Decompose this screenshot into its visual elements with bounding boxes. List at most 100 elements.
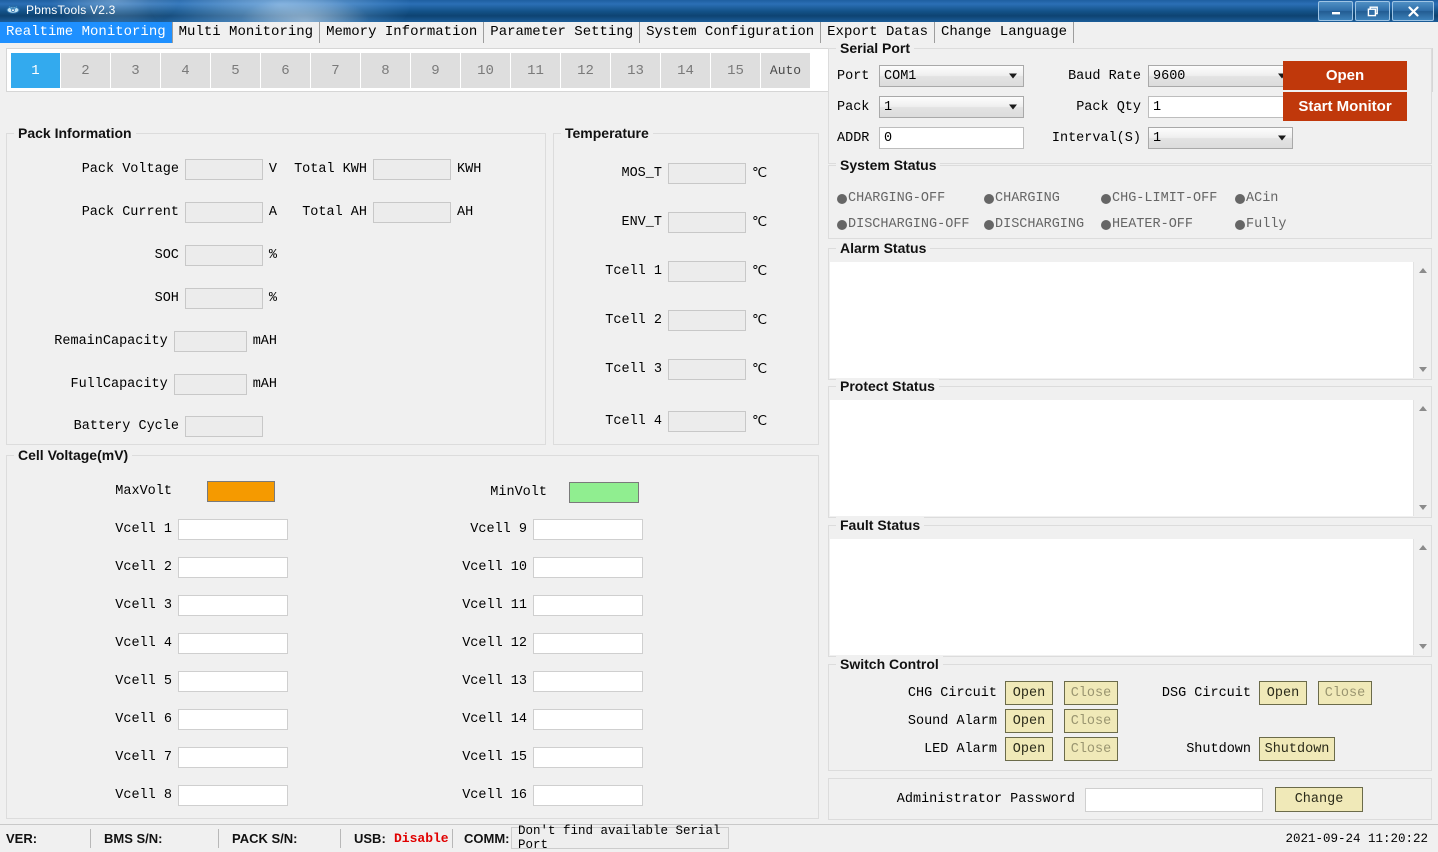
vcell-16-field[interactable] — [533, 785, 643, 806]
vcell-13-field[interactable] — [533, 671, 643, 692]
port-select[interactable]: COM1 — [879, 65, 1024, 87]
remain-capacity-field[interactable] — [174, 331, 247, 352]
administrator-password-label: Administrator Password — [837, 792, 1075, 807]
pack-current-label: Pack Current — [7, 205, 179, 220]
vcell-12-field[interactable] — [533, 633, 643, 654]
total-ah-field[interactable] — [373, 202, 451, 223]
sound-alarm-open-button[interactable]: Open — [1005, 709, 1053, 733]
chg-circuit-close-button[interactable]: Close — [1064, 681, 1118, 705]
dsg-circuit-open-button[interactable]: Open — [1259, 681, 1307, 705]
full-capacity-field[interactable] — [174, 374, 247, 395]
tab-multi-monitoring[interactable]: Multi Monitoring — [173, 22, 320, 43]
status-separator — [90, 829, 91, 848]
pack-button-11[interactable]: 11 — [511, 53, 560, 88]
status-charging: CHARGING — [984, 191, 1060, 206]
alarm-status-pane[interactable] — [830, 262, 1430, 378]
chg-circuit-open-button[interactable]: Open — [1005, 681, 1053, 705]
vcell-1-field[interactable] — [178, 519, 288, 540]
led-alarm-close-button[interactable]: Close — [1064, 737, 1118, 761]
sound-alarm-close-button[interactable]: Close — [1064, 709, 1118, 733]
addr-input[interactable]: 0 — [879, 127, 1024, 149]
tab-system-configuration[interactable]: System Configuration — [640, 22, 821, 43]
pack-button-12[interactable]: 12 — [561, 53, 610, 88]
scroll-up-icon[interactable] — [1414, 400, 1431, 417]
start-monitor-button[interactable]: Start Monitor — [1283, 92, 1407, 121]
tcell-3-field[interactable] — [668, 359, 746, 380]
status-charging-label: CHARGING — [995, 191, 1060, 206]
soc-field[interactable] — [185, 245, 263, 266]
vcell-8-field[interactable] — [178, 785, 288, 806]
bms-sn-label: BMS S/N: — [104, 831, 163, 846]
led-alarm-open-button[interactable]: Open — [1005, 737, 1053, 761]
pack-button-10[interactable]: 10 — [461, 53, 510, 88]
pack-button-8[interactable]: 8 — [361, 53, 410, 88]
interval-select[interactable]: 1 — [1148, 127, 1293, 149]
vcell-14-field[interactable] — [533, 709, 643, 730]
change-password-button[interactable]: Change — [1275, 787, 1363, 812]
tab-change-language[interactable]: Change Language — [935, 22, 1074, 43]
baud-rate-select[interactable]: 9600 — [1148, 65, 1293, 87]
alarm-status-scrollbar[interactable] — [1413, 262, 1430, 378]
vcell-5-field[interactable] — [178, 671, 288, 692]
tcell-3-unit: ℃ — [752, 361, 767, 378]
minvolt-swatch — [569, 482, 639, 503]
scroll-up-icon[interactable] — [1414, 539, 1431, 556]
minimize-button[interactable] — [1318, 1, 1353, 21]
mos-t-field[interactable] — [668, 163, 746, 184]
env-t-field[interactable] — [668, 212, 746, 233]
pack-button-3[interactable]: 3 — [111, 53, 160, 88]
shutdown-button[interactable]: Shutdown — [1259, 737, 1335, 761]
pack-button-9[interactable]: 9 — [411, 53, 460, 88]
interval-select-value: 1 — [1153, 131, 1161, 146]
tcell-2-field[interactable] — [668, 310, 746, 331]
pack-voltage-field[interactable] — [185, 159, 263, 180]
scroll-down-icon[interactable] — [1414, 638, 1431, 655]
tcell-4-unit: ℃ — [752, 413, 767, 430]
dsg-circuit-close-button[interactable]: Close — [1318, 681, 1372, 705]
vcell-11-field[interactable] — [533, 595, 643, 616]
pack-button-15[interactable]: 15 — [711, 53, 760, 88]
pack-button-7[interactable]: 7 — [311, 53, 360, 88]
pack-current-field[interactable] — [185, 202, 263, 223]
pack-button-14[interactable]: 14 — [661, 53, 710, 88]
maximize-button[interactable] — [1355, 1, 1390, 21]
battery-cycle-field[interactable] — [185, 416, 263, 437]
pack-qty-input[interactable]: 1 — [1148, 96, 1293, 118]
vcell-9-field[interactable] — [533, 519, 643, 540]
vcell-3-field[interactable] — [178, 595, 288, 616]
close-button[interactable] — [1392, 1, 1434, 21]
vcell-7-field[interactable] — [178, 747, 288, 768]
fault-status-pane[interactable] — [830, 539, 1430, 655]
pack-select[interactable]: 1 — [879, 96, 1024, 118]
administrator-password-input[interactable] — [1085, 788, 1263, 812]
scroll-down-icon[interactable] — [1414, 499, 1431, 516]
pack-button-6[interactable]: 6 — [261, 53, 310, 88]
total-kwh-field[interactable] — [373, 159, 451, 180]
open-button[interactable]: Open — [1283, 61, 1407, 90]
fault-status-scrollbar[interactable] — [1413, 539, 1430, 655]
vcell-2-field[interactable] — [178, 557, 288, 578]
scroll-down-icon[interactable] — [1414, 361, 1431, 378]
protect-status-scrollbar[interactable] — [1413, 400, 1430, 516]
fault-status-title: Fault Status — [836, 517, 924, 533]
vcell-15-field[interactable] — [533, 747, 643, 768]
pack-button-auto[interactable]: Auto — [761, 53, 810, 88]
pack-button-5[interactable]: 5 — [211, 53, 260, 88]
tab-memory-information[interactable]: Memory Information — [320, 22, 484, 43]
scroll-up-icon[interactable] — [1414, 262, 1431, 279]
pack-button-4[interactable]: 4 — [161, 53, 210, 88]
tab-parameter-setting[interactable]: Parameter Setting — [484, 22, 640, 43]
tab-realtime-monitoring[interactable]: Realtime Monitoring — [0, 22, 173, 43]
total-ah-unit: AH — [457, 205, 473, 220]
vcell-6-field[interactable] — [178, 709, 288, 730]
tcell-1-field[interactable] — [668, 261, 746, 282]
protect-status-pane[interactable] — [830, 400, 1430, 516]
pack-button-2[interactable]: 2 — [61, 53, 110, 88]
tcell-4-field[interactable] — [668, 411, 746, 432]
pack-button-1[interactable]: 1 — [11, 53, 60, 88]
tcell-1-label: Tcell 1 — [554, 264, 662, 279]
pack-button-13[interactable]: 13 — [611, 53, 660, 88]
vcell-10-field[interactable] — [533, 557, 643, 578]
soh-field[interactable] — [185, 288, 263, 309]
vcell-4-field[interactable] — [178, 633, 288, 654]
